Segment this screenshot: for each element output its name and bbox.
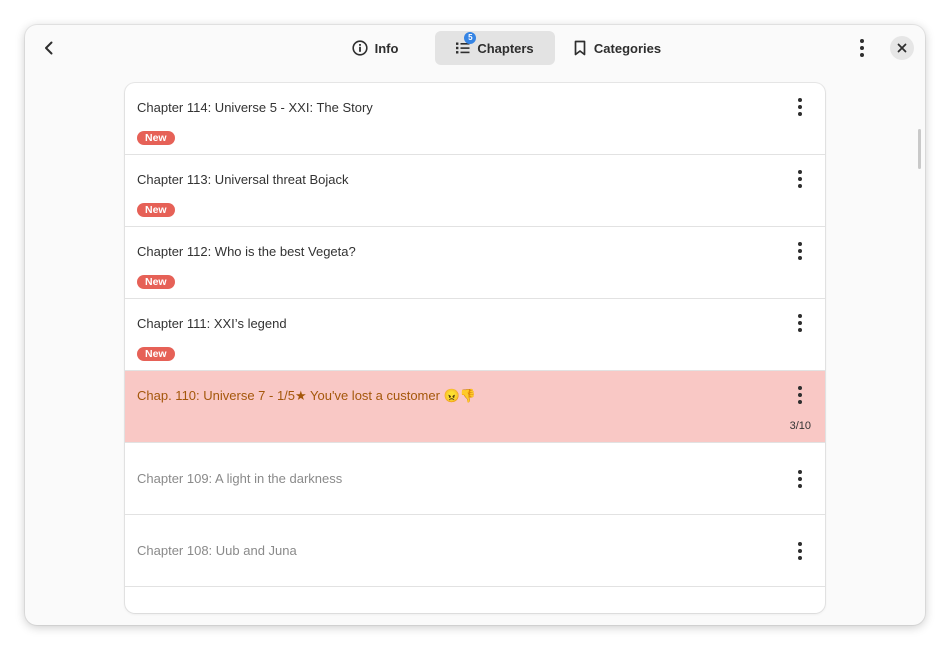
- chapter-title: Chapter 113: Universal threat Bojack: [137, 172, 349, 187]
- chapter-row-read[interactable]: Chapter 109: A light in the darkness: [125, 443, 825, 515]
- chapter-title: Chapter 108: Uub and Juna: [137, 543, 297, 558]
- tab-info-label: Info: [374, 40, 399, 56]
- chapter-list: Chapter 114: Universe 5 - XXI: The Story…: [125, 83, 825, 613]
- chapter-title: Chapter 112: Who is the best Vegeta?: [137, 244, 356, 259]
- kebab-menu-icon: [798, 470, 802, 488]
- chapter-row[interactable]: Chapter 112: Who is the best Vegeta? New: [125, 227, 825, 299]
- kebab-menu-icon: [798, 242, 802, 260]
- chapter-title: Chapter 114: Universe 5 - XXI: The Story: [137, 100, 373, 115]
- app-window: Info 5 Chapters Categories Chapter 114: …: [25, 25, 925, 625]
- chapters-count-badge: 5: [464, 32, 477, 44]
- chapter-title: Chapter 109: A light in the darkness: [137, 471, 343, 486]
- back-button[interactable]: [33, 32, 65, 64]
- chapters-view: Chapter 114: Universe 5 - XXI: The Story…: [25, 71, 925, 625]
- close-icon: [897, 43, 907, 53]
- kebab-menu-icon: [860, 39, 864, 57]
- chapter-title: Chap. 110: Universe 7 - 1/5★ You've lost…: [137, 388, 476, 403]
- header-bar: Info 5 Chapters Categories: [25, 25, 925, 71]
- close-button[interactable]: [890, 36, 914, 60]
- new-badge: New: [137, 347, 175, 361]
- main-menu-button[interactable]: [846, 32, 878, 64]
- chapter-row[interactable]: Chapter 113: Universal threat Bojack New: [125, 155, 825, 227]
- chapter-row-read[interactable]: Chapter 108: Uub and Juna: [125, 515, 825, 587]
- new-badge: New: [137, 131, 175, 145]
- kebab-menu-icon: [798, 98, 802, 116]
- bookmark-icon: [573, 40, 587, 56]
- tab-categories[interactable]: Categories: [555, 31, 679, 65]
- tab-chapters[interactable]: 5 Chapters: [435, 31, 555, 65]
- chapter-row[interactable]: Chapter 114: Universe 5 - XXI: The Story…: [125, 83, 825, 155]
- tab-chapters-label: Chapters: [477, 40, 534, 56]
- chapter-title: Chapter 111: XXI’s legend: [137, 316, 287, 331]
- chapter-menu-button[interactable]: [786, 237, 814, 265]
- kebab-menu-icon: [798, 542, 802, 560]
- chapter-row[interactable]: Chapter 111: XXI’s legend New: [125, 299, 825, 371]
- chapter-menu-button[interactable]: [786, 93, 814, 121]
- chevron-left-icon: [45, 41, 53, 55]
- chapter-row-partial[interactable]: [125, 587, 825, 613]
- info-icon: [351, 40, 368, 56]
- kebab-menu-icon: [798, 170, 802, 188]
- chapter-menu-button[interactable]: [786, 537, 814, 565]
- chapter-menu-button[interactable]: [786, 309, 814, 337]
- new-badge: New: [137, 203, 175, 217]
- kebab-menu-icon: [798, 314, 802, 332]
- scrollbar[interactable]: [918, 129, 921, 169]
- list-icon: 5: [456, 32, 477, 55]
- new-badge: New: [137, 275, 175, 289]
- view-switcher: Info 5 Chapters Categories: [315, 31, 679, 65]
- kebab-menu-icon: [798, 386, 802, 404]
- tab-info[interactable]: Info: [315, 31, 435, 65]
- chapter-menu-button[interactable]: [786, 465, 814, 493]
- chapter-menu-button[interactable]: [786, 381, 814, 409]
- chapter-row-in-progress[interactable]: Chap. 110: Universe 7 - 1/5★ You've lost…: [125, 371, 825, 443]
- reading-progress: 3/10: [789, 420, 811, 432]
- chapter-menu-button[interactable]: [786, 165, 814, 193]
- tab-categories-label: Categories: [593, 40, 662, 56]
